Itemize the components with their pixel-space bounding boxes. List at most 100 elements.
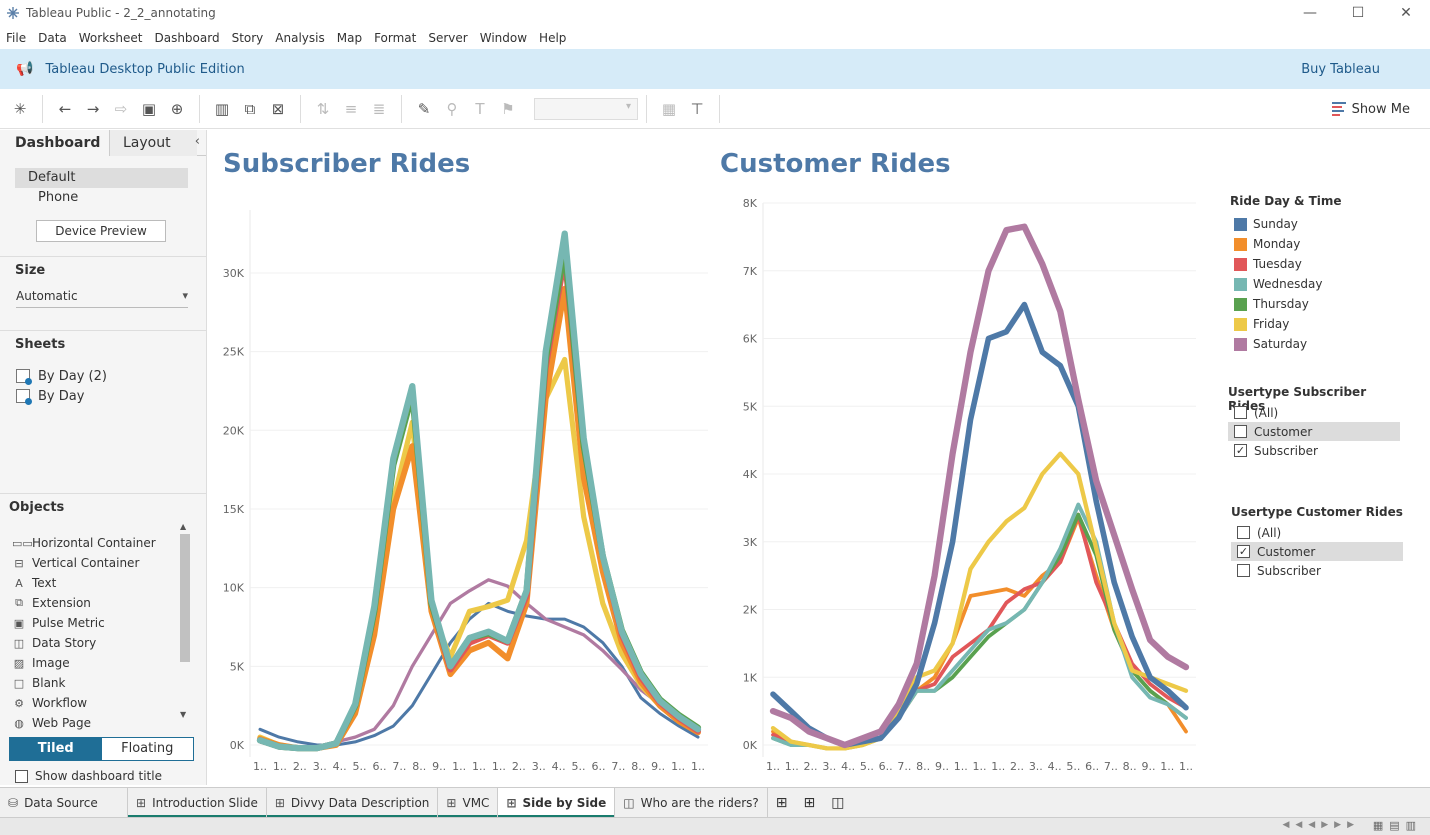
presentation-icon[interactable]: ⊤: [683, 95, 711, 123]
fit-combo[interactable]: [534, 97, 638, 120]
object-item[interactable]: ▭▭ Horizontal Container: [0, 533, 206, 553]
device-preview-button[interactable]: Device Preview: [36, 220, 166, 242]
filter-option[interactable]: (All): [1228, 403, 1400, 422]
menu-data[interactable]: Data: [32, 28, 73, 48]
object-item[interactable]: A Text: [0, 573, 206, 593]
menu-story[interactable]: Story: [226, 28, 270, 48]
scroll-thumb[interactable]: [180, 534, 190, 662]
tableau-home-icon[interactable]: ✳: [6, 95, 34, 123]
attach-icon[interactable]: ⚲: [438, 95, 466, 123]
maximize-button[interactable]: ☐: [1334, 0, 1382, 26]
series-line-friday[interactable]: [770, 451, 1189, 751]
legend-item[interactable]: Tuesday: [1230, 254, 1420, 274]
sheet-item[interactable]: By Day: [0, 386, 206, 406]
filter-checkbox[interactable]: ✓: [1237, 545, 1250, 558]
clear-sheet-icon[interactable]: ⊠: [264, 95, 292, 123]
series-line-sunday[interactable]: [770, 301, 1189, 748]
sort-ascending-icon[interactable]: ≡: [337, 95, 365, 123]
series-line-tuesday[interactable]: [771, 512, 1188, 751]
series-line-friday[interactable]: [257, 356, 701, 751]
sheet-tab[interactable]: ⊞ VMC: [438, 788, 499, 818]
menu-window[interactable]: Window: [474, 28, 533, 48]
scroll-up-icon[interactable]: ▲: [180, 522, 186, 531]
series-line-saturday[interactable]: [769, 223, 1190, 749]
filter-option[interactable]: ✓ Subscriber: [1228, 441, 1400, 460]
new-story-tab-icon[interactable]: ◫: [823, 788, 852, 818]
new-dashboard-tab-icon[interactable]: ⊞: [796, 788, 824, 818]
menu-help[interactable]: Help: [533, 28, 572, 48]
menu-dashboard[interactable]: Dashboard: [148, 28, 225, 48]
menu-map[interactable]: Map: [331, 28, 368, 48]
replay-icon[interactable]: ⇨: [107, 95, 135, 123]
legend-item[interactable]: Wednesday: [1230, 274, 1420, 294]
undo-icon[interactable]: ←: [51, 95, 79, 123]
tiled-button[interactable]: Tiled: [10, 738, 102, 760]
menu-worksheet[interactable]: Worksheet: [73, 28, 149, 48]
save-icon[interactable]: ▣: [135, 95, 163, 123]
close-button[interactable]: ✕: [1382, 0, 1430, 26]
sheet-tab[interactable]: ⊞ Divvy Data Description: [266, 788, 439, 818]
view-mode-icon[interactable]: ▦▤▥: [1373, 819, 1422, 832]
minimize-button[interactable]: —: [1286, 0, 1334, 26]
filter-checkbox[interactable]: [1237, 564, 1250, 577]
object-item[interactable]: ◫ Data Story: [0, 633, 206, 653]
sheet-item[interactable]: By Day (2): [0, 366, 206, 386]
show-dashboard-title-option[interactable]: Show dashboard title: [15, 769, 206, 783]
object-item[interactable]: ▨ Image: [0, 653, 206, 673]
new-data-source-icon[interactable]: ⊕: [163, 95, 191, 123]
filter-checkbox[interactable]: [1234, 425, 1247, 438]
new-worksheet-tab-icon[interactable]: ⊞: [768, 788, 796, 818]
object-item[interactable]: □ Blank: [0, 673, 206, 693]
sheet-tab[interactable]: ⊞ Introduction Slide: [128, 788, 267, 818]
show-cards-icon[interactable]: ▦: [655, 95, 683, 123]
filter-option[interactable]: (All): [1231, 523, 1403, 542]
sort-descending-icon[interactable]: ≣: [365, 95, 393, 123]
filter-checkbox[interactable]: ✓: [1234, 444, 1247, 457]
show-me-button[interactable]: Show Me: [1331, 95, 1410, 123]
legend-item[interactable]: Sunday: [1230, 214, 1420, 234]
device-default[interactable]: Default: [15, 168, 188, 188]
floating-button[interactable]: Floating: [101, 738, 193, 760]
sheet-navigation-icon[interactable]: ◀◀◀▶▶▶: [1282, 820, 1360, 830]
sheet-tab[interactable]: ⊞ Side by Side: [498, 788, 616, 818]
filter-option[interactable]: Customer: [1228, 422, 1400, 441]
legend-item[interactable]: Monday: [1230, 234, 1420, 254]
object-item[interactable]: ⚙ Workflow: [0, 693, 206, 713]
legend-item[interactable]: Saturday: [1230, 334, 1420, 354]
swap-icon[interactable]: ⇅: [309, 95, 337, 123]
object-item[interactable]: ⧉ Extension: [0, 593, 206, 613]
tab-dashboard[interactable]: Dashboard: [0, 130, 110, 156]
object-item[interactable]: ▣ Pulse Metric: [0, 613, 206, 633]
object-item[interactable]: ◍ Web Page: [0, 713, 206, 733]
filter-option[interactable]: Subscriber: [1231, 561, 1403, 580]
highlight-icon[interactable]: ✎: [410, 95, 438, 123]
device-phone[interactable]: Phone: [0, 188, 206, 208]
subscriber-rides-chart[interactable]: 0K 5K 10K 15K 20K 25K 30K 1.. 1.. 2.. 3.. 4.. 5.. 6..…: [208, 190, 708, 775]
collapse-panel-icon[interactable]: ‹: [195, 134, 200, 149]
object-item[interactable]: ⊟ Vertical Container: [0, 553, 206, 573]
tab-layout[interactable]: Layout: [110, 130, 197, 156]
sheet-tab[interactable]: ◫ Who are the riders?: [615, 788, 768, 818]
customer-rides-chart[interactable]: 0K 1K 2K 3K 4K 5K 6K 7K 8K 1.. 1.. 2.. 3.. 4.. 5.. 6.. 7…: [708, 190, 1208, 775]
redo-icon[interactable]: →: [79, 95, 107, 123]
menu-format[interactable]: Format: [368, 28, 422, 48]
filter-checkbox[interactable]: [1237, 526, 1250, 539]
sheet-tab[interactable]: ⛁ Data Source: [0, 788, 128, 818]
duplicate-sheet-icon[interactable]: ⧉: [236, 95, 264, 123]
show-title-checkbox[interactable]: [15, 769, 28, 783]
menu-file[interactable]: File: [0, 28, 32, 48]
series-line-wednesday[interactable]: [771, 502, 1188, 751]
size-dropdown[interactable]: Automatic: [16, 286, 188, 308]
series-line-thursday[interactable]: [771, 512, 1188, 751]
filter-option[interactable]: ✓ Customer: [1231, 542, 1403, 561]
new-worksheet-icon[interactable]: ▥: [208, 95, 236, 123]
menu-analysis[interactable]: Analysis: [269, 28, 330, 48]
objects-scrollbar[interactable]: ▲ ▼: [178, 522, 192, 722]
labels-icon[interactable]: T: [466, 95, 494, 123]
legend-item[interactable]: Thursday: [1230, 294, 1420, 314]
menu-server[interactable]: Server: [422, 28, 473, 48]
buy-tableau-link[interactable]: Buy Tableau: [1301, 62, 1380, 77]
filter-checkbox[interactable]: [1234, 406, 1247, 419]
legend-item[interactable]: Friday: [1230, 314, 1420, 334]
scroll-down-icon[interactable]: ▼: [180, 710, 186, 719]
